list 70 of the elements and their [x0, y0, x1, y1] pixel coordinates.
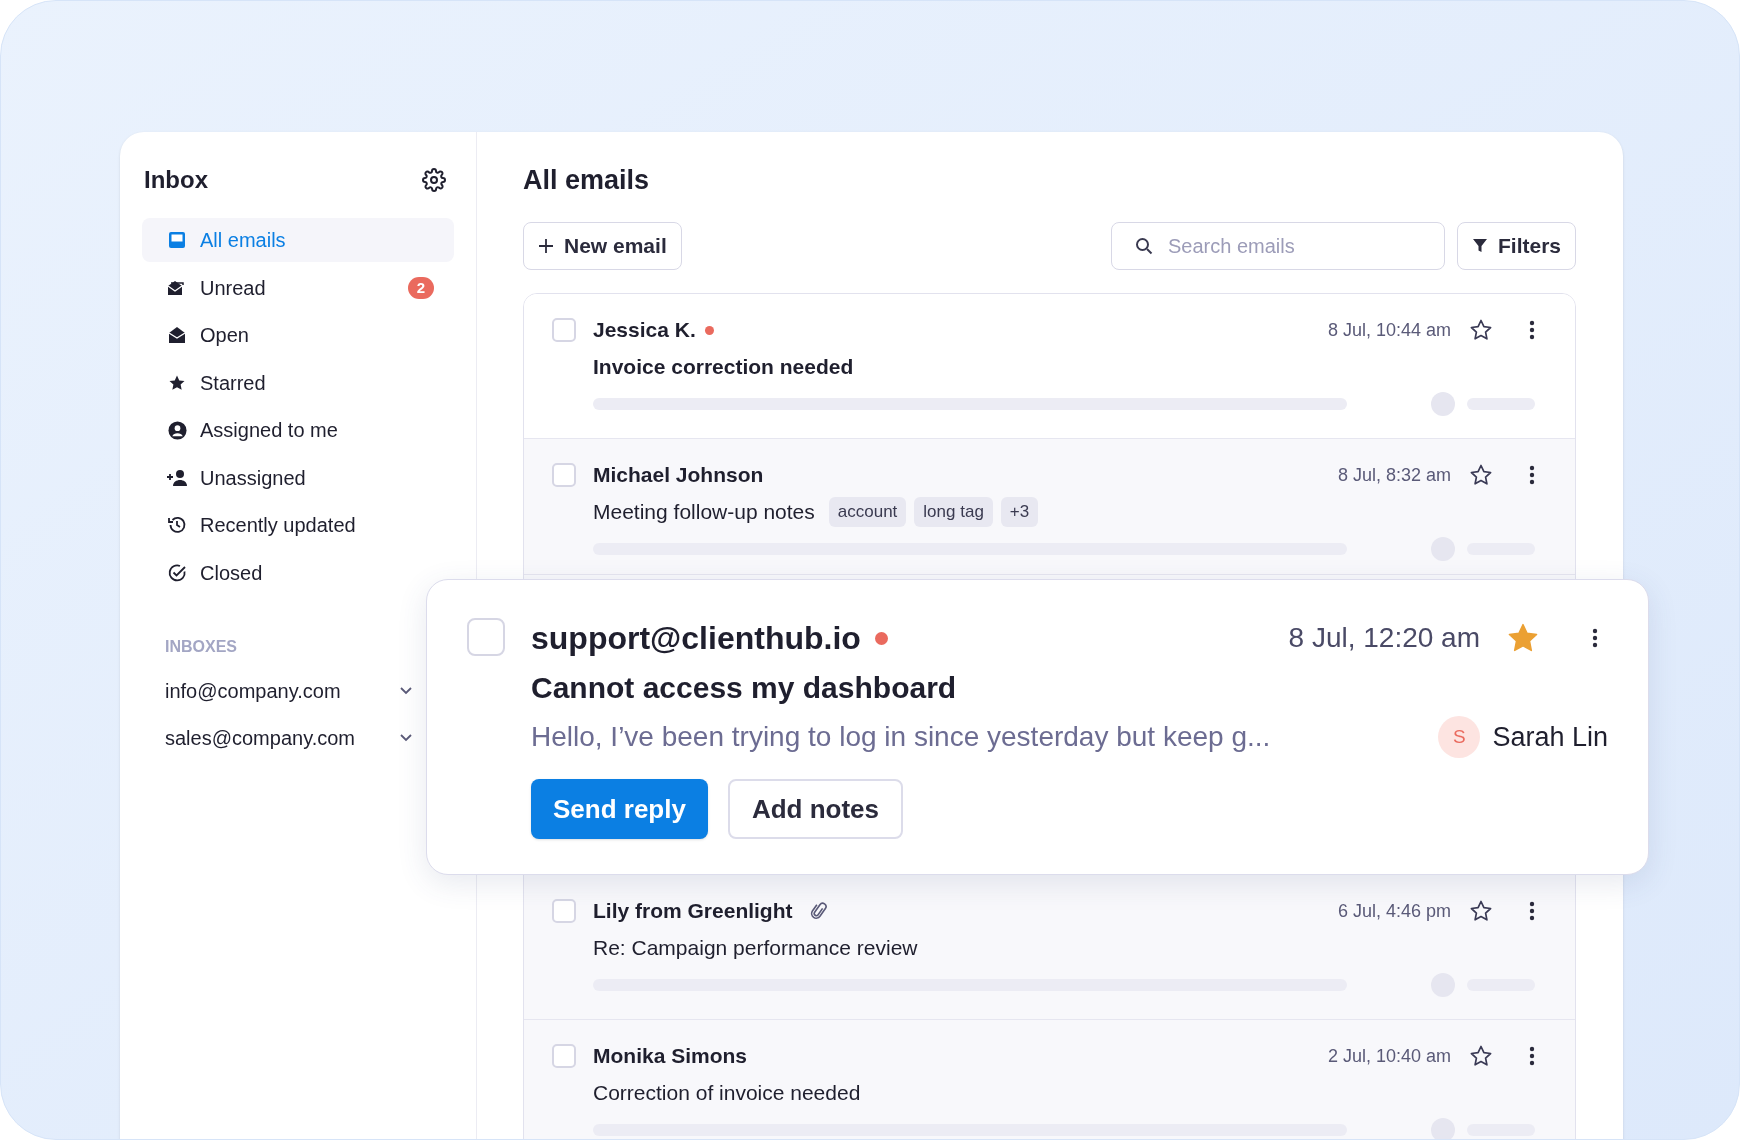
star-icon[interactable] — [1469, 463, 1493, 487]
avatar: S — [1438, 716, 1481, 758]
search-field[interactable]: Search emails — [1110, 222, 1445, 270]
history-icon — [167, 515, 187, 535]
sidebar-item[interactable]: Unread 2 — [142, 265, 454, 310]
sidebar-title: Inbox — [144, 165, 208, 195]
filter-icon — [1471, 238, 1488, 254]
email-row[interactable]: Jessica K. 8 Jul, 10:44 am Invoice correction needed — [524, 294, 1575, 439]
count-badge: 2 — [407, 276, 434, 299]
star-icon[interactable] — [1469, 899, 1493, 923]
email-date: 6 Jul, 4:46 pm — [1337, 899, 1451, 923]
assignee-name: Sarah Lin — [1492, 720, 1608, 754]
more-icon[interactable] — [1529, 1046, 1535, 1066]
sender-name: Jessica K. — [593, 317, 696, 344]
more-icon[interactable] — [1529, 901, 1535, 921]
email-date: 8 Jul, 8:32 am — [1337, 463, 1451, 487]
sidebar-item[interactable]: Recently updated — [142, 503, 454, 547]
email-row[interactable]: Monika Simons 2 Jul, 10:40 am Correction of invoice needed — [524, 1020, 1575, 1139]
filters-button[interactable]: Filters — [1456, 222, 1576, 270]
email-preview-popup[interactable]: support@clienthub.io 8 Jul, 12:20 am Cannot access my dashboard Hello, I’ve been trying to log in since yesterday but keep g... S Sarah Lin Send reply Add notes — [426, 579, 1649, 875]
email-subject: Re: Campaign performance review — [593, 935, 918, 962]
email-subject: Cannot access my dashboard — [531, 670, 957, 706]
inbox-icon — [168, 231, 186, 249]
sidebar-item[interactable]: Starred — [142, 360, 454, 405]
email-subject: Correction of invoice needed — [593, 1080, 861, 1107]
page-title: All emails — [523, 164, 650, 197]
sidebar-item[interactable]: Assigned to me — [142, 408, 454, 452]
chevron-down-icon — [400, 733, 412, 742]
inbox-item[interactable]: sales@company.com — [142, 719, 412, 756]
search-icon — [1134, 237, 1153, 255]
email-subject: Invoice correction needed — [593, 354, 854, 381]
email-date: 8 Jul, 10:44 am — [1327, 318, 1451, 342]
sender-name: support@clienthub.io — [531, 619, 861, 658]
tag: account — [828, 497, 907, 527]
secondary-button[interactable]: Add notes — [727, 779, 904, 839]
checkbox[interactable] — [552, 1044, 576, 1068]
email-row[interactable]: Michael Johnson 8 Jul, 8:32 am Meeting follow-up notes account long tag +3 — [524, 439, 1575, 575]
email-date: 2 Jul, 10:40 am — [1327, 1044, 1451, 1068]
star-icon[interactable] — [1469, 1044, 1493, 1068]
mail-stack-icon — [167, 278, 187, 297]
chevron-down-icon — [400, 686, 412, 695]
email-date: 8 Jul, 12:20 am — [1288, 621, 1480, 655]
checkbox[interactable] — [552, 899, 576, 923]
checkbox[interactable] — [552, 318, 576, 342]
section-heading: INBOXES — [164, 636, 237, 657]
check-circle-icon — [167, 562, 187, 583]
inbox-item[interactable]: info@company.com — [142, 672, 412, 709]
primary-button[interactable]: Send reply — [531, 779, 708, 839]
sender-name: Lily from Greenlight — [593, 898, 793, 925]
email-subject: Meeting follow-up notes — [593, 499, 815, 526]
sidebar-item[interactable]: Unassigned — [142, 455, 454, 500]
sidebar-item[interactable]: All emails — [142, 218, 454, 262]
sidebar-item[interactable]: Open — [142, 313, 454, 357]
more-icon[interactable] — [1529, 465, 1535, 485]
checkbox[interactable] — [467, 618, 505, 656]
star-icon[interactable] — [1469, 318, 1493, 342]
settings-icon[interactable] — [422, 168, 446, 192]
email-preview: Hello, I’ve been trying to log in since yesterday but keep g... — [531, 720, 1272, 754]
tag: long tag — [914, 497, 993, 527]
tag: +3 — [1000, 497, 1039, 527]
checkbox[interactable] — [552, 463, 576, 487]
more-icon[interactable] — [1529, 320, 1535, 340]
email-row[interactable]: Lily from Greenlight 6 Jul, 4:46 pm Re: Campaign performance review — [524, 875, 1575, 1020]
sender-name: Michael Johnson — [593, 462, 764, 489]
plus-icon — [538, 238, 554, 254]
add-user-icon — [166, 468, 188, 487]
user-circle-icon — [167, 420, 187, 440]
open-envelope-icon — [168, 326, 186, 344]
new-email-button[interactable]: New email — [523, 222, 682, 270]
sender-name: Monika Simons — [593, 1043, 748, 1070]
